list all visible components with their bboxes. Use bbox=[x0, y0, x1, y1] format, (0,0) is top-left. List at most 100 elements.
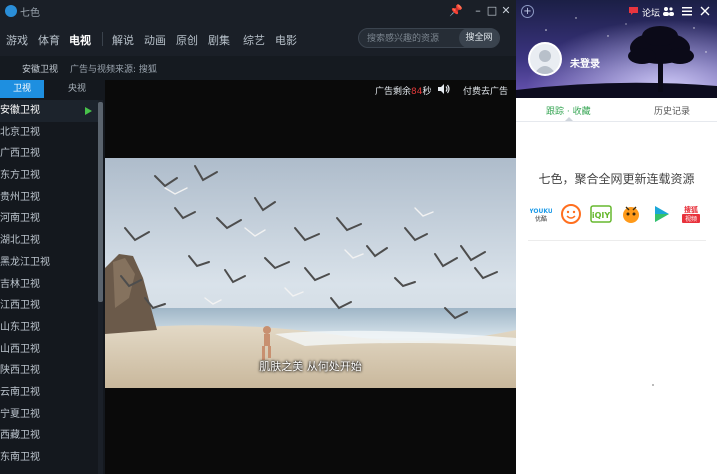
current-channel-name: 安徽卫视 bbox=[22, 65, 59, 75]
youku-logo-label: 优酷 bbox=[535, 215, 547, 223]
nav-item-games[interactable]: 游戏 bbox=[6, 32, 28, 48]
video-player[interactable]: 广告剩余84秒 付费去广告 肌肤之美 从何处开始 bbox=[105, 80, 516, 474]
pptv-logo[interactable] bbox=[650, 203, 672, 225]
skip-ad-button[interactable]: 付费去广告 bbox=[463, 84, 508, 97]
info-bar: 安徽卫视 广告与视频来源: 搜狐 bbox=[0, 56, 516, 80]
iqiyi-icon: iQIY bbox=[590, 205, 612, 223]
nav-item-series[interactable]: 剧集 bbox=[208, 32, 230, 48]
channel-tabs: 卫视 央视 bbox=[0, 80, 105, 98]
nav-item-variety[interactable]: 综艺 bbox=[243, 32, 265, 48]
channel-item[interactable]: 江西卫视 bbox=[0, 295, 98, 317]
channel-label: 东南卫视 bbox=[0, 452, 40, 463]
nav-item-tv[interactable]: 电视 bbox=[69, 32, 91, 48]
pptv-play-icon bbox=[655, 206, 669, 222]
channel-item[interactable]: 山东卫视 bbox=[0, 317, 98, 339]
channel-label: 吉林卫视 bbox=[0, 278, 40, 290]
channel-item[interactable]: 北京卫视 bbox=[0, 122, 98, 144]
tudou-icon bbox=[561, 204, 581, 224]
tab-indicator bbox=[565, 117, 573, 121]
channel-label: 云南卫视 bbox=[0, 386, 40, 398]
volume-icon[interactable] bbox=[437, 83, 451, 95]
svg-text:搜狐: 搜狐 bbox=[684, 205, 698, 214]
channel-item[interactable]: 东方卫视 bbox=[0, 165, 98, 187]
pin-icon[interactable]: 📌 bbox=[448, 3, 464, 19]
channel-label: 江西卫视 bbox=[0, 300, 40, 312]
menu-icon[interactable] bbox=[682, 7, 692, 16]
channel-label: 贵州卫视 bbox=[0, 191, 40, 203]
tab-satellite[interactable]: 卫视 bbox=[0, 80, 44, 98]
nav-item-movies[interactable]: 电影 bbox=[275, 32, 297, 48]
side-header: + 论坛 未登录 bbox=[516, 0, 717, 98]
promo-text: 七色，聚合全网更新连载资源 bbox=[538, 172, 695, 186]
scrollbar-thumb[interactable] bbox=[98, 102, 103, 302]
tudou-logo[interactable] bbox=[560, 203, 582, 225]
channel-item[interactable]: 山西卫视 bbox=[0, 339, 98, 361]
message-icon[interactable] bbox=[628, 6, 639, 16]
channel-item[interactable]: 贵州卫视 bbox=[0, 187, 98, 209]
mango-tv-logo[interactable] bbox=[620, 203, 642, 225]
channel-item[interactable]: 陕西卫视 bbox=[0, 360, 98, 382]
nav-item-commentary[interactable]: 解说 bbox=[112, 32, 134, 48]
channel-item[interactable]: 西藏卫视 bbox=[0, 425, 98, 447]
tab-cctv[interactable]: 央视 bbox=[58, 80, 96, 98]
search-input[interactable] bbox=[367, 32, 459, 45]
users-icon[interactable] bbox=[662, 6, 674, 16]
channel-scrollbar[interactable] bbox=[98, 100, 103, 474]
channel-item[interactable]: 云南卫视 bbox=[0, 382, 98, 404]
channel-label: 湖北卫视 bbox=[0, 235, 40, 247]
side-panel: + 论坛 未登录 跟踪 · 收藏 历史记录 七色，聚合全网更新连载资源 YOUK… bbox=[516, 0, 717, 474]
tab-history[interactable]: 历史记录 bbox=[654, 104, 690, 117]
channel-item[interactable]: 东南卫视 bbox=[0, 447, 98, 469]
nav-item-original[interactable]: 原创 bbox=[176, 32, 198, 48]
channel-label: 山东卫视 bbox=[0, 321, 40, 333]
video-subtitle: 肌肤之美 从何处开始 bbox=[259, 360, 362, 373]
channel-item[interactable]: 河南卫视 bbox=[0, 208, 98, 230]
channel-label: 广西卫视 bbox=[0, 148, 40, 160]
avatar[interactable] bbox=[528, 42, 562, 76]
channel-item[interactable]: 宁夏卫视 bbox=[0, 404, 98, 426]
youku-icon: YOUKU 优酷 bbox=[528, 208, 553, 223]
forum-link[interactable]: 论坛 bbox=[642, 6, 660, 19]
mango-tv-icon bbox=[623, 206, 639, 223]
user-avatar-icon bbox=[534, 50, 556, 74]
search-all-button[interactable]: 搜全网 bbox=[459, 28, 499, 48]
channel-item[interactable]: 广西卫视 bbox=[0, 143, 98, 165]
site-logo-row: YOUKU 优酷 iQIY 搜狐 视频 bbox=[528, 203, 706, 227]
channel-label: 黑龙江卫视 bbox=[0, 256, 50, 268]
side-toolbar: + 论坛 bbox=[516, 0, 717, 22]
channel-label: 东方卫视 bbox=[0, 170, 40, 182]
channel-item[interactable]: 安徽卫视 bbox=[0, 100, 98, 122]
play-icon bbox=[85, 107, 92, 115]
player-window: 七色 📌 – □ ✕ 游戏 体育 电视 解说 动画 原创 剧集 综艺 电影 搜全… bbox=[0, 0, 516, 474]
iqiyi-logo[interactable]: iQIY bbox=[590, 203, 612, 225]
video-frame[interactable]: 肌肤之美 从何处开始 bbox=[105, 158, 516, 388]
ad-countdown-unit: 秒 bbox=[422, 87, 432, 97]
nav-item-sports[interactable]: 体育 bbox=[38, 32, 60, 48]
add-icon[interactable]: + bbox=[521, 5, 534, 18]
login-status[interactable]: 未登录 bbox=[570, 55, 600, 70]
channel-label: 西藏卫视 bbox=[0, 430, 40, 442]
tab-follow[interactable]: 跟踪 · 收藏 bbox=[546, 104, 591, 117]
close-icon[interactable] bbox=[700, 6, 710, 16]
divider bbox=[528, 240, 706, 241]
side-tabs: 跟踪 · 收藏 历史记录 bbox=[516, 98, 717, 122]
ad-countdown: 广告剩余84秒 bbox=[375, 84, 431, 97]
ad-countdown-prefix: 广告剩余 bbox=[375, 87, 412, 97]
nav-divider bbox=[102, 32, 103, 46]
channel-panel: 卫视 央视 安徽卫视 北京卫视 广西卫视 东方卫视 贵州卫视 河南卫视 湖北卫视… bbox=[0, 80, 105, 474]
nav-item-animation[interactable]: 动画 bbox=[144, 32, 166, 48]
channel-item[interactable]: 吉林卫视 bbox=[0, 274, 98, 296]
channel-item[interactable]: 湖北卫视 bbox=[0, 230, 98, 252]
app-title: 七色 bbox=[20, 8, 40, 19]
youku-logo[interactable]: YOUKU 优酷 bbox=[528, 203, 553, 225]
app-logo-icon bbox=[5, 5, 17, 17]
channel-label: 北京卫视 bbox=[0, 126, 40, 138]
close-button[interactable]: ✕ bbox=[498, 3, 514, 19]
ad-bar: 广告剩余84秒 付费去广告 bbox=[105, 80, 516, 98]
channel-item[interactable]: 黑龙江卫视 bbox=[0, 252, 98, 274]
svg-text:视频: 视频 bbox=[685, 215, 697, 223]
svg-text:iQIY: iQIY bbox=[592, 211, 611, 220]
channel-label: 陕西卫视 bbox=[0, 365, 40, 377]
sohu-video-logo[interactable]: 搜狐 视频 bbox=[680, 203, 702, 225]
ad-source-text: 广告与视频来源: 搜狐 bbox=[70, 65, 157, 75]
